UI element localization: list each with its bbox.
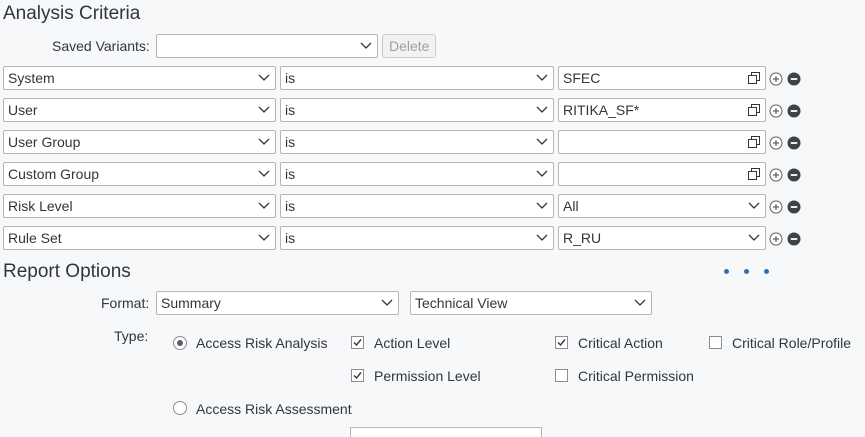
chevron-down-icon: [748, 202, 760, 209]
criteria-operator-select-custom-group[interactable]: is: [280, 162, 554, 186]
remove-circle-icon[interactable]: [787, 104, 801, 118]
value-help-icon[interactable]: [748, 136, 760, 148]
criteria-value-text: R_RU: [563, 230, 602, 246]
chevron-down-icon: [360, 42, 372, 49]
criteria-field-label: Risk Level: [8, 198, 73, 214]
remove-circle-icon[interactable]: [787, 200, 801, 214]
criteria-value-input-custom-group[interactable]: [558, 162, 766, 186]
criteria-field-select-system[interactable]: System: [3, 66, 276, 90]
checkmark-icon: [353, 339, 362, 347]
add-circle-icon[interactable]: [769, 136, 783, 150]
checkbox-action-level[interactable]: [351, 336, 364, 349]
radio-access-risk-assessment[interactable]: [173, 401, 187, 415]
criteria-operator-select-rule-set[interactable]: is: [280, 226, 554, 250]
criteria-operator-label: is: [285, 70, 296, 86]
criteria-field-select-rule-set[interactable]: Rule Set: [3, 226, 276, 250]
criteria-field-label: System: [8, 70, 55, 86]
remove-circle-icon[interactable]: [787, 136, 801, 150]
chevron-down-icon: [258, 234, 270, 241]
view-value: Technical View: [415, 295, 508, 311]
remove-circle-icon[interactable]: [787, 232, 801, 246]
criteria-operator-label: is: [285, 230, 296, 246]
criteria-operator-label: is: [285, 134, 296, 150]
criteria-field-select-risk-level[interactable]: Risk Level: [3, 194, 276, 218]
value-help-icon[interactable]: [748, 168, 760, 180]
remove-circle-icon[interactable]: [787, 72, 801, 86]
chevron-down-icon: [381, 299, 393, 306]
chevron-down-icon: [748, 234, 760, 241]
critical-action-label: Critical Action: [578, 335, 663, 351]
partial-input-field[interactable]: [350, 427, 542, 437]
remove-circle-icon[interactable]: [787, 168, 801, 182]
criteria-operator-select-risk-level[interactable]: is: [280, 194, 554, 218]
criteria-operator-select-user-group[interactable]: is: [280, 130, 554, 154]
add-circle-icon[interactable]: [769, 168, 783, 182]
criteria-field-label: Custom Group: [8, 166, 100, 182]
view-select[interactable]: Technical View: [410, 291, 652, 315]
criteria-field-select-user[interactable]: User: [3, 98, 276, 122]
criteria-operator-label: is: [285, 198, 296, 214]
add-circle-icon[interactable]: [769, 200, 783, 214]
chevron-down-icon: [258, 106, 270, 113]
radio-access-risk-analysis-label: Access Risk Analysis: [196, 335, 328, 351]
criteria-value-text: All: [563, 198, 579, 214]
delete-button[interactable]: Delete: [382, 34, 437, 58]
criteria-operator-select-system[interactable]: is: [280, 66, 554, 90]
checkmark-icon: [557, 339, 566, 347]
radio-access-risk-assessment-label: Access Risk Assessment: [196, 401, 352, 417]
criteria-operator-select-user[interactable]: is: [280, 98, 554, 122]
saved-variants-label: Saved Variants:: [52, 38, 150, 54]
criteria-operator-label: is: [285, 166, 296, 182]
criteria-value-input-system[interactable]: SFEC: [558, 66, 766, 90]
criteria-value-text: SFEC: [563, 70, 601, 86]
add-circle-icon[interactable]: [769, 104, 783, 118]
criteria-operator-label: is: [285, 102, 296, 118]
criteria-value-input-risk-level[interactable]: All: [558, 194, 766, 218]
chevron-down-icon: [258, 202, 270, 209]
criteria-value-input-user[interactable]: RITIKA_SF*: [558, 98, 766, 122]
radio-access-risk-analysis[interactable]: [173, 336, 187, 350]
checkbox-permission-level[interactable]: [351, 369, 364, 382]
criteria-field-select-custom-group[interactable]: Custom Group: [3, 162, 276, 186]
chevron-down-icon: [634, 299, 646, 306]
format-select[interactable]: Summary: [156, 291, 399, 315]
criteria-field-label: Rule Set: [8, 230, 62, 246]
chevron-down-icon: [536, 106, 548, 113]
add-circle-icon[interactable]: [769, 232, 783, 246]
criteria-field-label: User Group: [8, 134, 81, 150]
chevron-down-icon: [258, 74, 270, 81]
criteria-field-select-user-group[interactable]: User Group: [3, 130, 276, 154]
checkbox-critical-role-profile[interactable]: [709, 336, 722, 349]
add-circle-icon[interactable]: [769, 72, 783, 86]
chevron-down-icon: [258, 170, 270, 177]
chevron-down-icon: [536, 202, 548, 209]
critical-role-profile-label: Critical Role/Profile: [732, 335, 852, 351]
chevron-down-icon: [536, 138, 548, 145]
criteria-value-text: RITIKA_SF*: [563, 102, 640, 118]
critical-permission-label: Critical Permission: [578, 368, 694, 384]
permission-level-label: Permission Level: [374, 368, 481, 384]
type-label: Type:: [114, 328, 149, 344]
criteria-value-input-rule-set[interactable]: R_RU: [558, 226, 766, 250]
chevron-down-icon: [258, 138, 270, 145]
chevron-down-icon: [536, 234, 548, 241]
format-value: Summary: [161, 295, 221, 311]
value-help-icon[interactable]: [748, 72, 760, 84]
report-options-title: Report Options: [3, 261, 131, 282]
checkbox-critical-permission[interactable]: [555, 369, 568, 382]
analysis-criteria-title: Analysis Criteria: [3, 3, 141, 24]
chevron-down-icon: [536, 170, 548, 177]
criteria-value-input-user-group[interactable]: [558, 130, 766, 154]
action-level-label: Action Level: [374, 335, 451, 351]
saved-variants-select[interactable]: [156, 34, 378, 58]
checkmark-icon: [353, 372, 362, 380]
format-label: Format:: [101, 295, 150, 311]
checkbox-critical-action[interactable]: [555, 336, 568, 349]
chevron-down-icon: [536, 74, 548, 81]
value-help-icon[interactable]: [748, 104, 760, 116]
more-dots-icon[interactable]: [722, 268, 772, 276]
criteria-field-label: User: [8, 102, 38, 118]
